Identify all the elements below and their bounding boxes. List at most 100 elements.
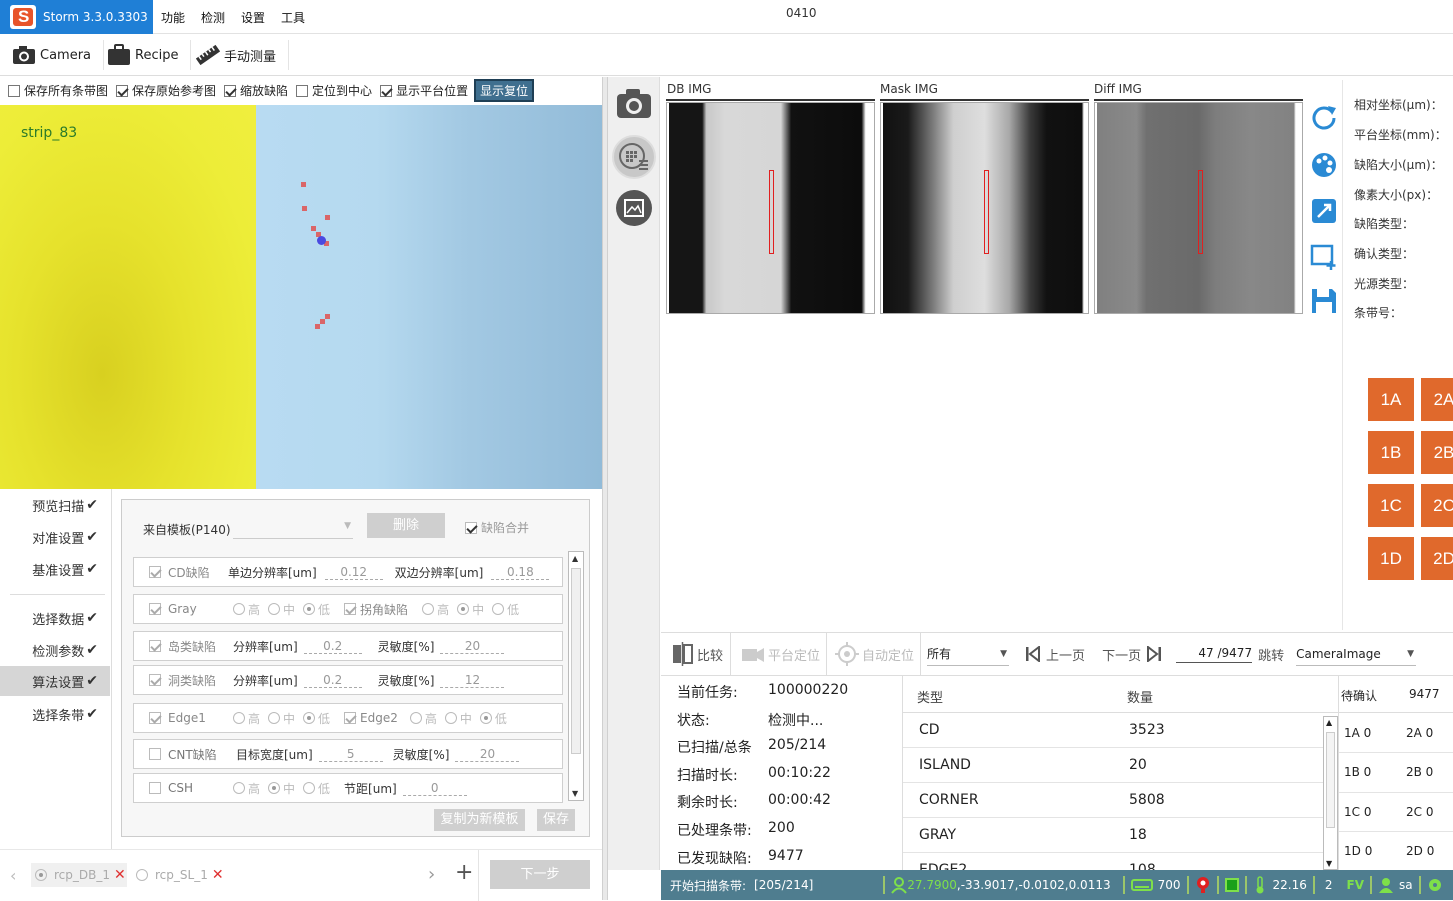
scroll-up-icon[interactable]: ▲: [1326, 718, 1332, 727]
image-view-button[interactable]: [616, 190, 652, 226]
checkbox[interactable]: [149, 712, 161, 724]
scroll-down-icon[interactable]: ▼: [572, 789, 578, 798]
table-row[interactable]: EDGE2 108: [903, 853, 1323, 870]
diff-image[interactable]: [1094, 102, 1303, 314]
merge-defects-option[interactable]: 缺陷合并: [465, 519, 529, 536]
platform-locate-button[interactable]: 平台定位: [741, 644, 820, 664]
table-scrollbar[interactable]: ▲ ▼: [1323, 716, 1338, 870]
chevron-left-icon[interactable]: ‹: [10, 866, 16, 885]
classify-button-2a[interactable]: 2A: [1421, 378, 1453, 421]
param-input[interactable]: 20: [440, 639, 505, 654]
checkbox[interactable]: [149, 674, 161, 686]
prev-page-button[interactable]: 上一页: [1025, 645, 1085, 664]
wafer-map-button[interactable]: [612, 135, 656, 179]
param-input[interactable]: 20: [455, 747, 520, 762]
table-row[interactable]: CD 3523: [903, 713, 1323, 748]
checkbox[interactable]: [344, 712, 357, 724]
param-input[interactable]: 0.12: [324, 565, 383, 580]
capture-button[interactable]: [614, 83, 654, 123]
param-input[interactable]: 0: [402, 781, 467, 796]
radio-mid[interactable]: [268, 782, 281, 794]
next-step-button[interactable]: 下一步: [490, 860, 590, 889]
nav-item-select-data[interactable]: 选择数据 ✔: [0, 603, 110, 633]
recipe-tab-sl[interactable]: rcp_SL_1 ✕: [134, 863, 226, 887]
param-input[interactable]: 0.2: [303, 639, 362, 654]
classify-button-1b[interactable]: 1B: [1368, 431, 1414, 474]
checkbox[interactable]: [149, 748, 161, 760]
checkbox[interactable]: [116, 84, 129, 97]
defect-marker[interactable]: [325, 215, 330, 220]
checkbox[interactable]: [465, 521, 477, 534]
option-show-platform[interactable]: 显示平台位置: [380, 82, 468, 99]
app-menu-button[interactable]: S Storm 3.3.0.3303: [0, 0, 153, 34]
checkbox[interactable]: [149, 640, 161, 652]
defect-marker[interactable]: [302, 206, 307, 211]
param-scrollbar[interactable]: ▲ ▼: [568, 551, 584, 801]
param-input[interactable]: 5: [318, 747, 383, 762]
option-zoom-defect[interactable]: 缩放缺陷: [224, 82, 288, 99]
scroll-thumb[interactable]: [1326, 732, 1335, 828]
delete-button[interactable]: 删除: [367, 513, 445, 538]
menu-tab-inspect[interactable]: 检测: [201, 9, 225, 26]
radio-low[interactable]: [303, 782, 316, 794]
chevron-right-icon[interactable]: ›: [428, 864, 435, 885]
table-row[interactable]: CORNER 5808: [903, 783, 1323, 818]
defect-marker[interactable]: [311, 226, 316, 231]
param-input[interactable]: 12: [440, 673, 505, 688]
nav-item-select-strip[interactable]: 选择条带 ✔: [0, 699, 110, 729]
radio-high[interactable]: [233, 782, 245, 794]
add-region-button[interactable]: [1310, 243, 1338, 271]
nav-item-preview-scan[interactable]: 预览扫描 ✔: [0, 490, 110, 520]
save-image-button[interactable]: [1310, 287, 1338, 315]
nav-item-reference-settings[interactable]: 基准设置 ✔: [0, 554, 110, 584]
display-reset-button[interactable]: 显示复位: [474, 79, 535, 102]
classify-button-1d[interactable]: 1D: [1368, 537, 1414, 580]
checkbox[interactable]: [380, 84, 393, 97]
nav-item-align-settings[interactable]: 对准设置 ✔: [0, 522, 110, 552]
save-button[interactable]: 保存: [537, 809, 575, 831]
radio-low[interactable]: [492, 603, 505, 615]
refresh-button[interactable]: [1310, 102, 1338, 130]
classify-button-2d[interactable]: 2D: [1421, 537, 1453, 580]
close-icon[interactable]: ✕: [212, 867, 224, 883]
mask-image[interactable]: [880, 102, 1089, 314]
palette-button[interactable]: [1310, 151, 1338, 179]
menu-tab-tools[interactable]: 工具: [281, 9, 305, 26]
scroll-thumb[interactable]: [571, 568, 581, 754]
defect-marker[interactable]: [325, 314, 330, 319]
nav-item-inspect-params[interactable]: 检测参数 ✔: [0, 635, 110, 665]
radio-mid[interactable]: [268, 712, 281, 724]
checkbox[interactable]: [224, 84, 237, 97]
camera-button[interactable]: Camera: [12, 40, 105, 70]
radio-high[interactable]: [233, 603, 245, 615]
db-image[interactable]: [666, 102, 875, 314]
checkbox[interactable]: [149, 566, 161, 578]
defect-marker[interactable]: [301, 182, 306, 187]
checkbox[interactable]: [149, 782, 161, 794]
image-source-select[interactable]: CameraImage ▼: [1296, 642, 1417, 666]
checkbox[interactable]: [344, 603, 357, 615]
next-page-button[interactable]: 下一页: [1102, 645, 1162, 664]
checkbox[interactable]: [149, 603, 161, 615]
manual-measure-button[interactable]: 手动测量: [196, 40, 290, 70]
copy-as-template-button[interactable]: 复制为新模板: [434, 809, 525, 831]
recipe-button[interactable]: Recipe: [107, 40, 192, 70]
table-row[interactable]: GRAY 18: [903, 818, 1323, 853]
classify-button-2b[interactable]: 2B: [1421, 431, 1453, 474]
radio-high[interactable]: [233, 712, 245, 724]
checkbox[interactable]: [8, 84, 20, 97]
scroll-up-icon[interactable]: ▲: [572, 554, 578, 563]
classify-button-1c[interactable]: 1C: [1368, 484, 1414, 527]
close-icon[interactable]: ✕: [114, 867, 126, 883]
jump-button[interactable]: 跳转: [1258, 645, 1284, 664]
defect-marker[interactable]: [315, 324, 320, 329]
radio-mid[interactable]: [444, 712, 457, 724]
param-input[interactable]: 0.18: [491, 565, 550, 580]
classify-button-1a[interactable]: 1A: [1368, 378, 1414, 421]
table-row[interactable]: ISLAND 20: [903, 748, 1323, 783]
radio-mid[interactable]: [268, 603, 281, 615]
nav-item-algorithm-settings[interactable]: 算法设置 ✔: [0, 666, 110, 696]
compare-button[interactable]: 比较: [672, 642, 723, 666]
auto-locate-button[interactable]: 自动定位: [835, 642, 914, 666]
defect-marker[interactable]: [320, 319, 325, 324]
